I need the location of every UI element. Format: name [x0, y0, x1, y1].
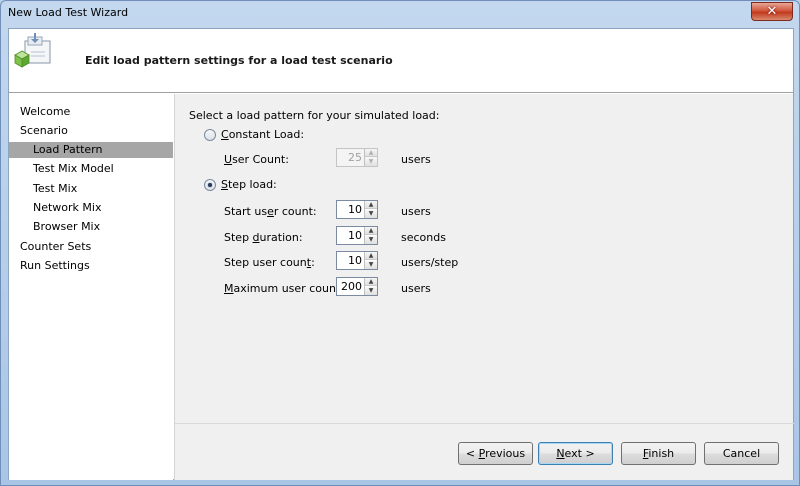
nav-item-load-pattern[interactable]: Load Pattern [9, 142, 173, 158]
step-duration-spinner[interactable]: 10 ▲ ▼ [336, 226, 378, 245]
spin-up-icon[interactable]: ▲ [365, 227, 377, 235]
nav-label: Welcome [20, 105, 71, 118]
nav-label: Browser Mix [33, 220, 101, 233]
step-user-count-unit: users/step [401, 256, 459, 269]
spin-up-icon[interactable]: ▲ [365, 149, 377, 157]
nav-item-run-settings[interactable]: Run Settings [9, 258, 173, 274]
constant-load-label[interactable]: Constant Load: [221, 128, 304, 141]
user-count-unit: users [401, 153, 431, 166]
nav-item-counter-sets[interactable]: Counter Sets [9, 239, 173, 255]
title-bar[interactable]: New Load Test Wizard ✕ [1, 1, 799, 27]
nav-item-test-mix[interactable]: Test Mix [9, 181, 173, 197]
step-user-count-spinner[interactable]: 10 ▲ ▼ [336, 251, 378, 270]
close-button[interactable]: ✕ [751, 2, 793, 21]
start-user-count-value: 10 [348, 203, 362, 216]
load-pattern-prompt: Select a load pattern for your simulated… [189, 109, 440, 122]
nav-label: Test Mix [33, 182, 78, 195]
wizard-header: Edit load pattern settings for a load te… [9, 29, 793, 93]
wizard-window: New Load Test Wizard ✕ Edit load pattern… [0, 0, 800, 486]
next-button[interactable]: Next > [538, 442, 613, 465]
constant-load-radio[interactable] [204, 129, 216, 141]
step-load-radio[interactable] [204, 179, 216, 191]
footer-divider [175, 423, 794, 424]
spin-down-icon[interactable]: ▼ [365, 236, 377, 244]
start-user-count-unit: users [401, 205, 431, 218]
spin-down-icon[interactable]: ▼ [365, 158, 377, 166]
load-pattern-panel: Select a load pattern for your simulated… [174, 94, 794, 480]
start-user-count-label: Start user count: [224, 205, 317, 218]
spin-down-icon[interactable]: ▼ [365, 261, 377, 269]
nav-label: Run Settings [20, 259, 90, 272]
max-user-count-unit: users [401, 282, 431, 295]
step-duration-unit: seconds [401, 231, 446, 244]
close-icon: ✕ [766, 4, 778, 19]
spin-up-icon[interactable]: ▲ [365, 252, 377, 260]
nav-item-network-mix[interactable]: Network Mix [9, 200, 173, 216]
step-duration-label: Step duration: [224, 231, 303, 244]
nav-item-test-mix-model[interactable]: Test Mix Model [9, 161, 173, 177]
spin-up-icon[interactable]: ▲ [365, 201, 377, 209]
finish-button[interactable]: Finish [621, 442, 696, 465]
user-count-value: 25 [348, 151, 362, 164]
wizard-nav: Welcome Scenario Load Pattern Test Mix M… [9, 94, 173, 480]
cancel-button[interactable]: Cancel [704, 442, 779, 465]
step-user-count-label: Step user count: [224, 256, 315, 269]
wizard-client: Edit load pattern settings for a load te… [8, 28, 794, 480]
start-user-count-spinner[interactable]: 10 ▲ ▼ [336, 200, 378, 219]
nav-label: Scenario [20, 124, 68, 137]
user-count-label: User Count: [224, 153, 289, 166]
nav-item-welcome[interactable]: Welcome [9, 104, 173, 120]
window-title: New Load Test Wizard [8, 6, 129, 19]
nav-label: Counter Sets [20, 240, 92, 253]
spin-down-icon[interactable]: ▼ [365, 210, 377, 218]
spin-up-icon[interactable]: ▲ [365, 278, 377, 286]
nav-label: Load Pattern [33, 143, 103, 156]
nav-label: Test Mix Model [33, 162, 114, 175]
user-count-spinner[interactable]: 25 ▲ ▼ [336, 148, 378, 167]
spin-down-icon[interactable]: ▼ [365, 287, 377, 295]
previous-button[interactable]: < Previous [458, 442, 533, 465]
nav-item-browser-mix[interactable]: Browser Mix [9, 219, 173, 235]
max-user-count-value: 200 [341, 280, 362, 293]
nav-label: Network Mix [33, 201, 102, 214]
step-duration-value: 10 [348, 229, 362, 242]
page-title: Edit load pattern settings for a load te… [85, 54, 393, 67]
step-user-count-value: 10 [348, 254, 362, 267]
max-user-count-label: Maximum user count: [224, 282, 344, 295]
nav-item-scenario[interactable]: Scenario [9, 123, 173, 139]
wizard-document-cube-icon [14, 33, 51, 68]
max-user-count-spinner[interactable]: 200 ▲ ▼ [336, 277, 378, 296]
step-load-label[interactable]: Step load: [221, 178, 277, 191]
